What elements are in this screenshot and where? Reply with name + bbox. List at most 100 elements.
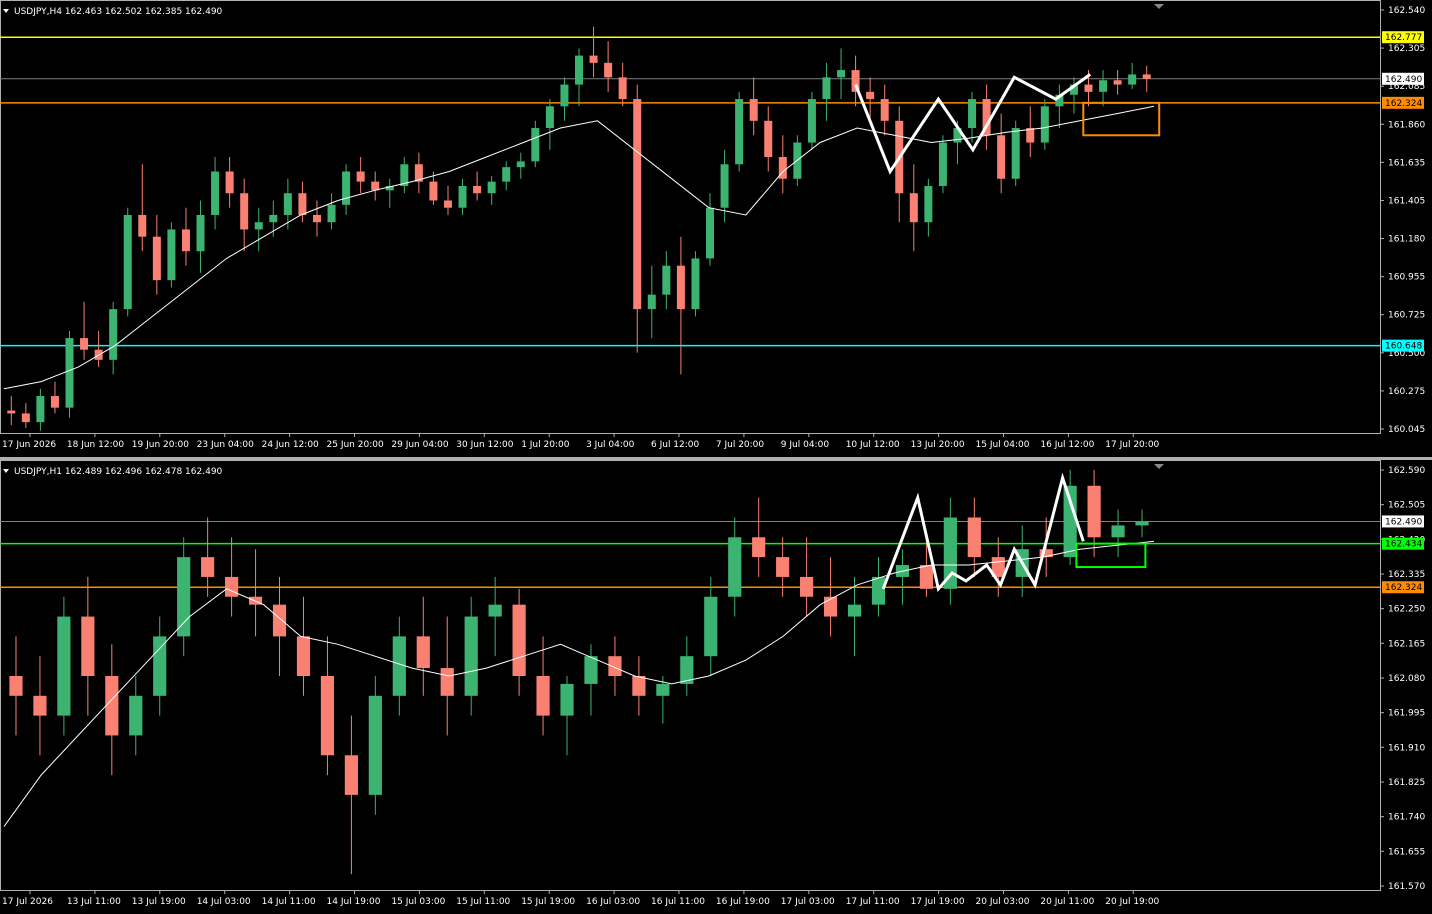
candle-body: [327, 204, 336, 223]
candle-body: [656, 683, 670, 696]
candle-body: [662, 265, 671, 295]
price-axis-label: 160.955: [1388, 273, 1425, 283]
candle-body: [1113, 80, 1122, 85]
time-axis-label: 7 Jul 20:00: [716, 440, 765, 450]
candle-body: [392, 636, 406, 696]
candle-body: [735, 99, 744, 165]
candle-body: [691, 258, 700, 310]
candle-body: [109, 309, 118, 360]
candle-body: [123, 214, 132, 310]
scroll-marker-icon[interactable]: [1154, 464, 1164, 469]
chart-header-label: USDJPY,H1 162.489 162.496 162.478 162.49…: [14, 467, 223, 477]
time-axis-label: 15 Jul 04:00: [976, 440, 1030, 450]
candle-body: [50, 396, 59, 408]
candle-body: [33, 695, 47, 716]
candle-body: [633, 99, 642, 310]
candle-body: [807, 99, 816, 143]
time-axis-label: 14 Jul 11:00: [262, 897, 316, 907]
candle-body: [181, 229, 190, 252]
candle-body: [560, 84, 569, 107]
candle-body: [502, 167, 511, 182]
price-axis-label: 161.825: [1388, 778, 1425, 788]
candle-body: [464, 616, 478, 696]
candle-body: [105, 676, 119, 736]
target-zone-box[interactable]: [1075, 542, 1147, 569]
level-price-tag-label: 160.648: [1385, 342, 1422, 352]
current-price-tag-label: 162.490: [1385, 517, 1422, 527]
time-axis-label: 17 Jul 03:00: [781, 897, 835, 907]
candle-body: [81, 616, 95, 676]
h1-chart-pane[interactable]: USDJPY,H1 162.489 162.496 162.478 162.49…: [0, 460, 1432, 914]
price-axis-label: 162.590: [1388, 466, 1425, 476]
candle-body: [632, 676, 646, 696]
candle-body: [272, 604, 287, 637]
time-axis-label: 29 Jun 04:00: [391, 440, 448, 450]
level-price-tag-label: 162.324: [1385, 583, 1422, 593]
candle-body: [531, 128, 540, 162]
candle-body: [1128, 74, 1137, 85]
h4-chart-svg[interactable]: USDJPY,H4 162.463 162.502 162.385 162.49…: [0, 0, 1432, 457]
candle-body: [129, 695, 143, 736]
time-axis-label: 6 Jul 12:00: [651, 440, 700, 450]
moving-average-line: [3, 540, 1155, 827]
candle-body: [443, 200, 452, 208]
candle-body: [473, 185, 482, 194]
candle-body: [225, 576, 239, 597]
h4-chart-pane[interactable]: USDJPY,H4 162.463 162.502 162.385 162.49…: [0, 0, 1432, 457]
time-axis-label: 19 Jun 20:00: [132, 440, 189, 450]
price-axis-label: 161.860: [1388, 120, 1425, 130]
candle-body: [225, 171, 234, 194]
level-price-tag-label: 162.434: [1385, 540, 1422, 550]
candle-body: [9, 676, 23, 696]
price-axis-label: 160.275: [1388, 387, 1425, 397]
h1-chart-svg[interactable]: USDJPY,H1 162.489 162.496 162.478 162.49…: [0, 460, 1432, 914]
price-axis-label: 161.655: [1388, 847, 1425, 857]
time-axis-label: 1 Jul 20:00: [521, 440, 570, 450]
time-axis-label: 10 Jul 12:00: [846, 440, 900, 450]
candle-body: [416, 636, 430, 669]
time-axis-label: 13 Jul 11:00: [67, 897, 121, 907]
candle-body: [968, 99, 977, 129]
price-axis-label: 162.250: [1388, 605, 1425, 615]
time-axis-label: 15 Jul 11:00: [456, 897, 510, 907]
candle-body: [269, 214, 278, 223]
candle-body: [1111, 525, 1125, 538]
price-axis-label: 161.405: [1388, 196, 1425, 206]
candle-body: [618, 77, 627, 100]
time-axis-label: 17 Jul 11:00: [846, 897, 900, 907]
pattern-trendline[interactable]: [881, 472, 1085, 593]
candle-body: [516, 161, 525, 168]
time-axis-label: 17 Jun 2026: [2, 440, 56, 450]
candle-body: [1087, 485, 1101, 538]
time-axis-label: 14 Jul 19:00: [327, 897, 381, 907]
candle-body: [871, 576, 886, 605]
plot-area-frame: [0, 0, 1381, 434]
candle-body: [344, 755, 358, 795]
candle-body: [676, 265, 685, 310]
price-axis-label: 161.180: [1388, 235, 1425, 245]
time-axis-label: 15 Jul 03:00: [391, 897, 445, 907]
time-axis-label: 30 Jun 12:00: [456, 440, 513, 450]
candle-body: [80, 338, 89, 350]
candle-body: [429, 181, 438, 201]
candle-body: [152, 236, 161, 281]
time-axis-label: 25 Jun 20:00: [327, 440, 384, 450]
candle-body: [36, 396, 45, 423]
candle-body: [488, 604, 502, 617]
candle-body: [728, 537, 742, 597]
price-axis-label: 161.740: [1388, 813, 1425, 823]
scroll-marker-icon[interactable]: [1154, 4, 1164, 9]
moving-average-line: [3, 105, 1155, 390]
triangle-down-icon[interactable]: [3, 469, 9, 473]
time-axis-label: 20 Jul 19:00: [1105, 897, 1159, 907]
candle-body: [866, 91, 875, 100]
candle-body: [997, 135, 1006, 179]
triangle-down-icon[interactable]: [3, 9, 9, 13]
candle-body: [704, 596, 718, 657]
candle-body: [201, 557, 215, 577]
candle-body: [823, 596, 838, 617]
time-axis-label: 18 Jun 12:00: [67, 440, 124, 450]
price-axis-label: 161.635: [1388, 158, 1425, 168]
candle-body: [487, 181, 496, 194]
candle-body: [560, 683, 574, 716]
